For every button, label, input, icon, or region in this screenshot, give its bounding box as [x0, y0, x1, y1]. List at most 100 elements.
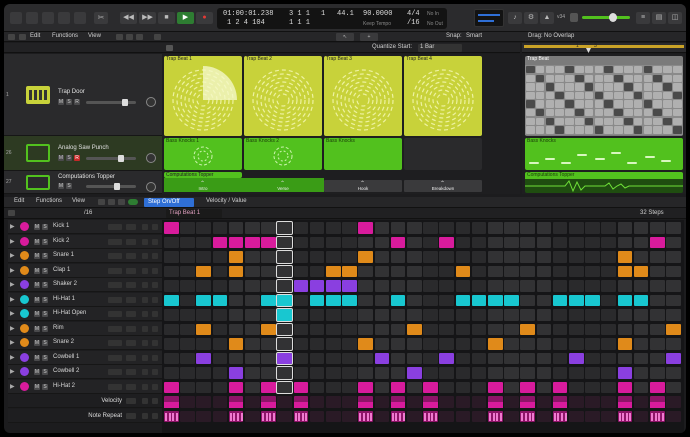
solo-button[interactable]: S	[42, 369, 48, 375]
param-cell[interactable]	[358, 410, 373, 422]
step-cell[interactable]	[617, 367, 633, 379]
param-cell[interactable]	[326, 410, 341, 422]
param-cell[interactable]	[439, 396, 454, 408]
step-cell[interactable]	[374, 367, 390, 379]
param-cell[interactable]	[374, 410, 390, 422]
step-cell[interactable]	[423, 323, 438, 335]
step-cell[interactable]	[552, 338, 568, 350]
step-cell[interactable]	[585, 323, 600, 335]
step-cell[interactable]	[245, 338, 260, 350]
step-cell[interactable]	[228, 309, 244, 321]
step-cell[interactable]	[180, 222, 195, 234]
pan-knob[interactable]	[146, 153, 156, 163]
step-cell[interactable]	[585, 352, 600, 364]
step-cell[interactable]	[212, 338, 228, 350]
step-cell[interactable]	[439, 294, 454, 306]
step-row-header[interactable]: ▶ M S Cowbell 1	[8, 350, 162, 365]
step-cell[interactable]	[407, 280, 422, 292]
solo-button[interactable]: S	[42, 238, 48, 245]
tuner-icon[interactable]: ♪	[508, 12, 522, 24]
param-division-control[interactable]	[126, 412, 136, 419]
step-cell[interactable]	[212, 323, 228, 335]
step-cell[interactable]	[196, 280, 211, 292]
step-cell[interactable]	[374, 265, 390, 277]
param-settings-icon[interactable]	[152, 398, 158, 404]
step-cell[interactable]	[585, 309, 600, 321]
step-cell[interactable]	[488, 222, 503, 234]
step-cell[interactable]	[407, 323, 422, 335]
step-cell[interactable]	[261, 309, 276, 321]
step-cell[interactable]	[455, 323, 471, 335]
bass-knocks-region[interactable]: Bass Knocks	[525, 138, 683, 170]
step-cell[interactable]	[245, 309, 260, 321]
volume-fader[interactable]	[86, 101, 136, 104]
step-cell[interactable]	[569, 294, 584, 306]
master-volume-slider[interactable]	[582, 16, 630, 19]
step-cell[interactable]	[212, 222, 228, 234]
param-cell[interactable]	[245, 396, 260, 408]
step-cell[interactable]	[212, 367, 228, 379]
record-arm-button[interactable]: R	[74, 99, 80, 105]
step-cell[interactable]	[520, 294, 535, 306]
param-cell[interactable]	[504, 396, 519, 408]
solo-button[interactable]: S	[66, 99, 72, 105]
row-link-icon[interactable]	[142, 282, 148, 288]
step-cell[interactable]	[439, 236, 454, 248]
step-cell[interactable]	[552, 367, 568, 379]
step-cell[interactable]	[164, 222, 179, 234]
solo-button[interactable]: S	[66, 155, 72, 161]
step-cell[interactable]	[423, 236, 438, 248]
step-cell[interactable]	[585, 280, 600, 292]
step-cell[interactable]	[164, 309, 179, 321]
step-cell[interactable]	[617, 352, 633, 364]
row-arrow-control[interactable]	[108, 311, 122, 317]
step-cell[interactable]	[293, 352, 309, 364]
step-row-header[interactable]: ▶ M S Rim	[8, 321, 162, 336]
step-cell[interactable]	[374, 309, 390, 321]
param-cell[interactable]	[536, 396, 552, 408]
param-cell[interactable]	[569, 396, 584, 408]
step-cell[interactable]	[520, 236, 535, 248]
param-cell[interactable]	[585, 396, 600, 408]
param-cell[interactable]	[666, 410, 681, 422]
param-cell[interactable]	[164, 410, 179, 422]
row-arrow-control[interactable]	[108, 238, 122, 245]
step-cell[interactable]	[180, 323, 195, 335]
step-cell[interactable]	[552, 265, 568, 277]
step-cell[interactable]	[196, 352, 211, 364]
step-cell[interactable]	[471, 381, 487, 393]
param-cell[interactable]	[374, 396, 390, 408]
row-division-control[interactable]	[126, 253, 136, 259]
step-cell[interactable]	[212, 251, 228, 263]
mute-button[interactable]: M	[58, 183, 64, 189]
row-division-control[interactable]	[126, 224, 136, 230]
step-cell[interactable]	[504, 265, 519, 277]
step-cell[interactable]	[212, 265, 228, 277]
step-cell[interactable]	[617, 222, 633, 234]
step-cell[interactable]	[471, 280, 487, 292]
step-row-header[interactable]: ▶ M S Cowbell 2	[8, 365, 162, 379]
empty-cell[interactable]	[404, 138, 482, 170]
step-cell[interactable]	[276, 380, 293, 394]
step-cell[interactable]	[309, 236, 325, 248]
step-cell[interactable]	[488, 294, 503, 306]
step-row-header[interactable]: ▶ M S Hi-Hat 2	[8, 379, 162, 394]
step-cell[interactable]	[601, 222, 616, 234]
step-cell[interactable]	[196, 222, 211, 234]
param-link-icon[interactable]	[142, 398, 148, 404]
step-cell[interactable]	[650, 352, 665, 364]
step-cell[interactable]	[633, 309, 649, 321]
step-cell[interactable]	[650, 251, 665, 263]
cycle-range[interactable]	[524, 45, 684, 48]
trap-beat-cell[interactable]: Trap Beat 4	[404, 56, 482, 136]
solo-icon[interactable]: ⚙	[524, 12, 538, 24]
param-cell[interactable]	[277, 396, 292, 408]
step-cell[interactable]	[633, 236, 649, 248]
add-row-icon[interactable]	[8, 210, 15, 216]
step-cell[interactable]	[488, 265, 503, 277]
step-cell[interactable]	[552, 323, 568, 335]
step-cell[interactable]	[196, 323, 211, 335]
step-cell[interactable]	[228, 367, 244, 379]
disclosure-triangle-icon[interactable]: ▶	[10, 310, 15, 317]
step-cell[interactable]	[650, 367, 665, 379]
